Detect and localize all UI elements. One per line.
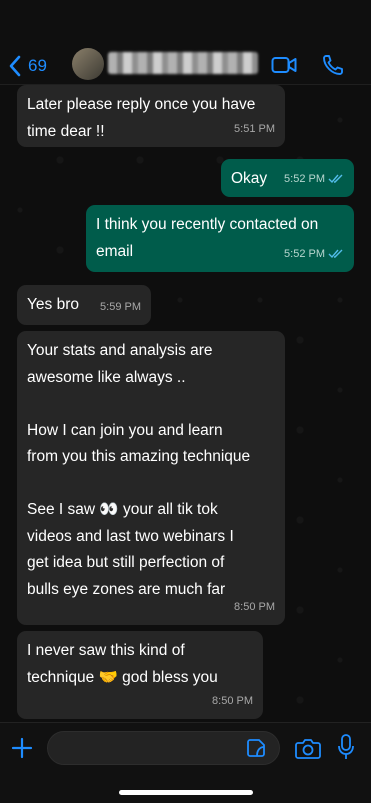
camera-icon[interactable]	[295, 738, 321, 759]
message-bubble-incoming[interactable]: Later please reply once you have time de…	[17, 85, 285, 147]
video-call-icon[interactable]	[271, 53, 297, 77]
avatar[interactable]	[72, 48, 104, 80]
message-bubble-outgoing[interactable]: I think you recently contacted on email …	[86, 205, 354, 272]
message-time: 8:50 PM	[234, 600, 275, 613]
chevron-left-icon	[9, 55, 21, 77]
message-bubble-incoming[interactable]: Your stats and analysis are awesome like…	[17, 331, 285, 625]
chat-header: 69	[0, 0, 371, 85]
message-text: Your stats and analysis are awesome like…	[27, 342, 251, 598]
message-time: 8:50 PM	[212, 694, 253, 707]
message-meta: 5:52 PM	[284, 166, 344, 193]
message-time: 5:52 PM	[284, 247, 325, 260]
read-ticks-icon	[328, 174, 343, 183]
contact-name-blurred[interactable]	[108, 52, 258, 74]
message-meta: 5:52 PM	[284, 241, 344, 268]
mic-icon[interactable]	[338, 734, 354, 760]
unread-count: 69	[28, 56, 47, 75]
plus-icon[interactable]	[11, 737, 33, 759]
phone-icon[interactable]	[321, 53, 347, 77]
message-meta: 5:59 PM	[100, 294, 141, 321]
message-text: I never saw this kind of technique 🤝 god…	[27, 642, 218, 686]
message-time: 5:52 PM	[284, 172, 325, 185]
message-meta: 8:50 PM	[234, 594, 275, 621]
message-bubble-incoming[interactable]: I never saw this kind of technique 🤝 god…	[17, 631, 263, 719]
message-bubble-outgoing[interactable]: Okay 5:52 PM	[221, 159, 354, 197]
message-meta: 5:51 PM	[234, 116, 275, 143]
message-bubble-incoming[interactable]: Yes bro 5:59 PM	[17, 285, 151, 325]
message-meta: 8:50 PM	[212, 688, 253, 715]
home-indicator[interactable]	[119, 790, 253, 795]
read-ticks-icon	[328, 249, 343, 258]
message-time: 5:59 PM	[100, 300, 141, 313]
sticker-icon[interactable]	[246, 738, 266, 758]
back-button[interactable]: 69	[8, 54, 47, 78]
message-time: 5:51 PM	[234, 122, 275, 135]
